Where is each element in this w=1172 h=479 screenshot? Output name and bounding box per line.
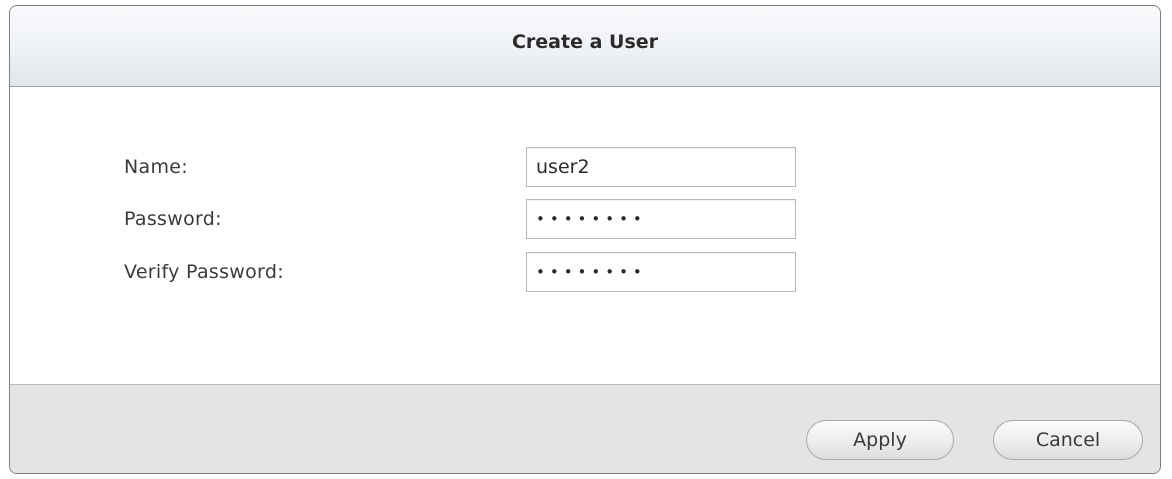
- password-input[interactable]: [526, 199, 796, 239]
- create-user-dialog: Create a User Name: Password: Verify Pas…: [9, 5, 1161, 474]
- password-label: Password:: [124, 208, 222, 230]
- dialog-title-bar: Create a User: [10, 6, 1160, 87]
- name-label: Name:: [124, 156, 188, 178]
- password-row: Password:: [10, 199, 1160, 239]
- verify-password-row: Verify Password:: [10, 252, 1160, 292]
- apply-button[interactable]: Apply: [806, 420, 954, 460]
- name-input[interactable]: [526, 147, 796, 187]
- verify-password-label: Verify Password:: [124, 261, 284, 283]
- dialog-footer: Apply Cancel: [10, 384, 1160, 473]
- verify-password-input[interactable]: [526, 252, 796, 292]
- name-row: Name:: [10, 147, 1160, 187]
- cancel-button[interactable]: Cancel: [993, 420, 1143, 460]
- dialog-title: Create a User: [511, 31, 659, 53]
